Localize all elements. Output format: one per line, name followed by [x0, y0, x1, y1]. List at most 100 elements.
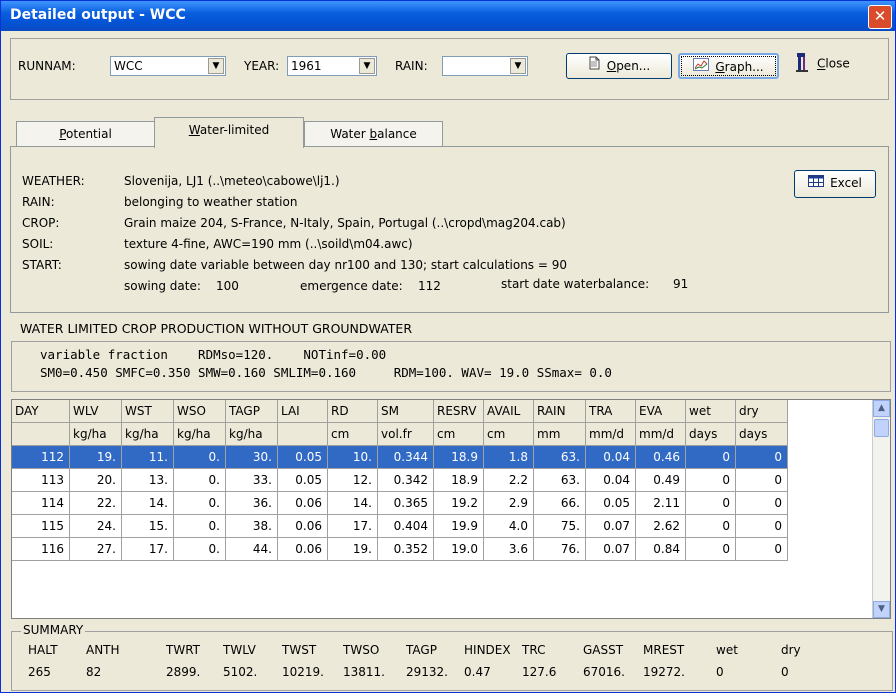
table-cell[interactable]: 0.342: [378, 469, 434, 492]
table-cell[interactable]: 24.: [70, 515, 122, 538]
table-cell[interactable]: 0.: [174, 469, 226, 492]
table-cell[interactable]: 0.07: [586, 515, 636, 538]
table-cell[interactable]: 0.46: [636, 446, 686, 469]
table-cell[interactable]: 36.: [226, 492, 278, 515]
scroll-down-icon[interactable]: ▼: [873, 601, 890, 618]
table-cell[interactable]: 2.11: [636, 492, 686, 515]
table-cell[interactable]: 0: [686, 538, 736, 561]
table-cell[interactable]: 63.: [534, 469, 586, 492]
table-cell[interactable]: 12.: [328, 469, 378, 492]
runnam-select[interactable]: WCC ▼: [110, 56, 226, 76]
table-cell[interactable]: 116: [12, 538, 70, 561]
table-cell[interactable]: 112: [12, 446, 70, 469]
column-header-rain[interactable]: RAIN: [534, 400, 586, 423]
table-cell[interactable]: 20.: [70, 469, 122, 492]
table-cell[interactable]: 38.: [226, 515, 278, 538]
scroll-up-icon[interactable]: ▲: [873, 400, 890, 417]
excel-button[interactable]: Excel: [794, 170, 876, 198]
column-header-tra[interactable]: TRA: [586, 400, 636, 423]
column-header-rd[interactable]: RD: [328, 400, 378, 423]
table-cell[interactable]: 14.: [328, 492, 378, 515]
table-cell[interactable]: 75.: [534, 515, 586, 538]
table-cell[interactable]: 0.05: [278, 469, 328, 492]
table-cell[interactable]: 14.: [122, 492, 174, 515]
table-cell[interactable]: 19.0: [434, 538, 484, 561]
scrollbar-thumb[interactable]: [874, 419, 889, 437]
table-cell[interactable]: 0.365: [378, 492, 434, 515]
table-cell[interactable]: 44.: [226, 538, 278, 561]
column-header-eva[interactable]: EVA: [636, 400, 686, 423]
column-header-wet[interactable]: wet: [686, 400, 736, 423]
column-header-wso[interactable]: WSO: [174, 400, 226, 423]
table-cell[interactable]: 19.9: [434, 515, 484, 538]
table-cell[interactable]: 22.: [70, 492, 122, 515]
table-cell[interactable]: 13.: [122, 469, 174, 492]
table-cell[interactable]: 0: [736, 469, 788, 492]
table-cell[interactable]: 2.62: [636, 515, 686, 538]
table-cell[interactable]: 17.: [328, 515, 378, 538]
table-cell[interactable]: 2.9: [484, 492, 534, 515]
table-cell[interactable]: 11.: [122, 446, 174, 469]
table-cell[interactable]: 4.0: [484, 515, 534, 538]
column-header-wst[interactable]: WST: [122, 400, 174, 423]
table-cell[interactable]: 66.: [534, 492, 586, 515]
table-cell[interactable]: 0: [736, 492, 788, 515]
close-button[interactable]: Close: [795, 52, 850, 75]
table-cell[interactable]: 0.: [174, 515, 226, 538]
results-table[interactable]: ▲ ▼ DAY WLV WST WSO TAGP LAI RD SM RESRV AVAIL RAI…: [11, 399, 891, 619]
column-header-day[interactable]: DAY: [12, 400, 70, 423]
table-cell[interactable]: 10.: [328, 446, 378, 469]
chevron-down-icon[interactable]: ▼: [510, 58, 526, 74]
table-cell[interactable]: 76.: [534, 538, 586, 561]
table-cell[interactable]: 0.05: [586, 492, 636, 515]
chevron-down-icon[interactable]: ▼: [208, 58, 224, 74]
table-cell[interactable]: 0.05: [278, 446, 328, 469]
table-cell[interactable]: 27.: [70, 538, 122, 561]
table-cell[interactable]: 0: [686, 515, 736, 538]
tab-water-limited[interactable]: Water-limited: [154, 117, 304, 148]
table-cell[interactable]: 0.06: [278, 492, 328, 515]
table-cell[interactable]: 1.8: [484, 446, 534, 469]
table-cell[interactable]: 0.06: [278, 538, 328, 561]
column-header-wlv[interactable]: WLV: [70, 400, 122, 423]
column-header-dry[interactable]: dry: [736, 400, 788, 423]
table-cell[interactable]: 0: [736, 446, 788, 469]
column-header-avail[interactable]: AVAIL: [484, 400, 534, 423]
tab-potential[interactable]: Potential: [16, 121, 155, 146]
table-cell[interactable]: 0.07: [586, 538, 636, 561]
column-header-sm[interactable]: SM: [378, 400, 434, 423]
table-cell[interactable]: 0.06: [278, 515, 328, 538]
table-cell[interactable]: 17.: [122, 538, 174, 561]
open-button[interactable]: Open...: [566, 53, 672, 79]
table-cell[interactable]: 2.2: [484, 469, 534, 492]
table-cell[interactable]: 19.2: [434, 492, 484, 515]
table-cell[interactable]: 0: [686, 492, 736, 515]
table-cell[interactable]: 63.: [534, 446, 586, 469]
column-header-tagp[interactable]: TAGP: [226, 400, 278, 423]
graph-button[interactable]: Graph...: [678, 53, 779, 79]
table-cell[interactable]: 0.: [174, 538, 226, 561]
table-cell[interactable]: 33.: [226, 469, 278, 492]
table-cell[interactable]: 0: [736, 538, 788, 561]
table-cell[interactable]: 115: [12, 515, 70, 538]
table-cell[interactable]: 3.6: [484, 538, 534, 561]
table-cell[interactable]: 0.04: [586, 469, 636, 492]
tab-water-balance[interactable]: Water balance: [304, 121, 443, 146]
table-cell[interactable]: 0: [686, 446, 736, 469]
table-cell[interactable]: 0: [736, 515, 788, 538]
rain-select[interactable]: ▼: [442, 56, 528, 76]
table-cell[interactable]: 0.49: [636, 469, 686, 492]
year-select[interactable]: 1961 ▼: [287, 56, 377, 76]
table-cell[interactable]: 15.: [122, 515, 174, 538]
chevron-down-icon[interactable]: ▼: [359, 58, 375, 74]
table-cell[interactable]: 0.04: [586, 446, 636, 469]
table-cell[interactable]: 0.352: [378, 538, 434, 561]
vertical-scrollbar[interactable]: ▲ ▼: [872, 400, 890, 618]
table-cell[interactable]: 18.9: [434, 446, 484, 469]
table-cell[interactable]: 19.: [328, 538, 378, 561]
table-cell[interactable]: 114: [12, 492, 70, 515]
close-window-button[interactable]: ✕: [868, 5, 892, 29]
title-bar[interactable]: Detailed output - WCC ✕: [1, 1, 895, 31]
table-cell[interactable]: 19.: [70, 446, 122, 469]
table-cell[interactable]: 30.: [226, 446, 278, 469]
